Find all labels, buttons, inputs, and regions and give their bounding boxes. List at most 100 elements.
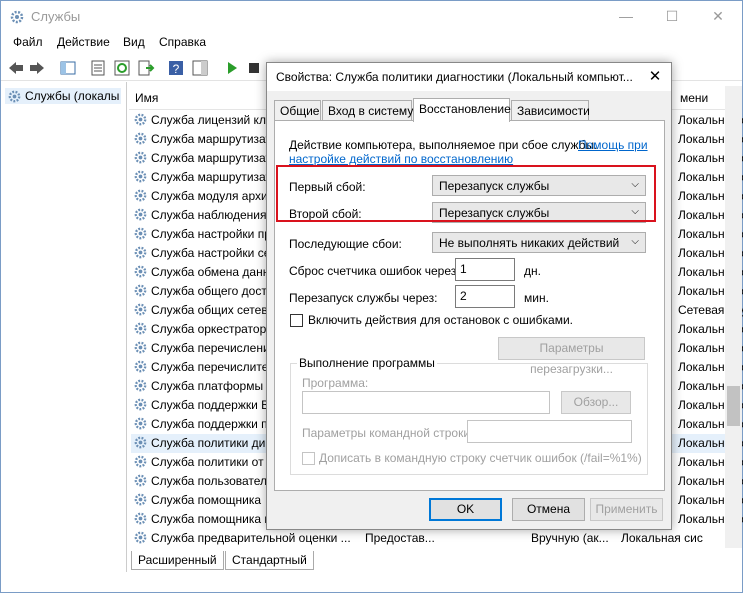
- menu-action[interactable]: Действие: [57, 35, 110, 49]
- service-gear-icon: [134, 303, 147, 316]
- help-icon[interactable]: ?: [167, 59, 185, 77]
- cmdline-label: Параметры командной строки:: [302, 426, 474, 440]
- restart-after-input[interactable]: 2: [455, 285, 515, 308]
- browse-button[interactable]: Обзор...: [561, 391, 631, 414]
- scrollbar-thumb[interactable]: [727, 386, 740, 426]
- window-title: Службы: [31, 9, 81, 24]
- forward-arrow-icon[interactable]: [28, 59, 46, 77]
- title-bar: Службы — ☐ ✕: [1, 1, 742, 32]
- restart-after-unit: мин.: [524, 291, 549, 305]
- service-name: Служба помощника: [151, 493, 262, 507]
- program-label: Программа:: [302, 376, 369, 390]
- menu-help[interactable]: Справка: [159, 35, 206, 49]
- properties-page-icon[interactable]: [89, 59, 107, 77]
- reset-count-input[interactable]: 1: [455, 258, 515, 281]
- tree-node-services[interactable]: Службы (локалы: [5, 88, 122, 104]
- subsequent-failures-select[interactable]: Не выполнять никаких действий ⌵: [432, 232, 646, 253]
- tab-extended[interactable]: Расширенный: [131, 551, 224, 570]
- subsequent-failures-label: Последующие сбои:: [289, 237, 402, 251]
- service-name: Служба наблюдения: [151, 208, 267, 222]
- reset-count-unit: дн.: [524, 264, 541, 278]
- menu-bar: Файл Действие Вид Справка: [1, 32, 742, 54]
- cancel-button[interactable]: Отмена: [512, 498, 585, 521]
- tab-standard[interactable]: Стандартный: [225, 551, 314, 570]
- append-fail-count-checkbox[interactable]: [302, 452, 315, 465]
- service-gear-icon: [134, 208, 147, 221]
- start-service-icon[interactable]: [223, 59, 241, 77]
- service-name: Служба модуля архи: [151, 189, 268, 203]
- program-path-input[interactable]: [302, 391, 550, 414]
- service-gear-icon: [134, 417, 147, 430]
- service-name: Служба поддержки B: [151, 398, 270, 412]
- service-name: Служба маршрутизат: [151, 151, 271, 165]
- services-gear-icon: [8, 90, 21, 103]
- apply-button[interactable]: Применить: [590, 498, 663, 521]
- tab-recovery[interactable]: Восстановление: [413, 98, 511, 122]
- service-gear-icon: [134, 512, 147, 525]
- dialog-title: Свойства: Служба политики диагностики (Л…: [276, 70, 633, 84]
- tab-logon[interactable]: Вход в систему: [322, 100, 413, 121]
- properties-dialog: Свойства: Служба политики диагностики (Л…: [266, 62, 672, 530]
- service-status: Предостав...: [365, 531, 435, 545]
- column-header-logon[interactable]: мени: [680, 91, 708, 105]
- service-name: Служба оркестратора: [151, 322, 273, 336]
- help-link-part2[interactable]: настройке действий по восстановлению: [289, 152, 513, 166]
- column-header-name[interactable]: Имя: [135, 91, 158, 105]
- tab-dependencies[interactable]: Зависимости: [511, 100, 590, 121]
- chevron-down-icon: ⌵: [631, 236, 639, 247]
- menu-file[interactable]: Файл: [13, 35, 43, 49]
- service-gear-icon: [134, 436, 147, 449]
- service-name: Служба предварительной оценки ...: [151, 531, 351, 545]
- service-gear-icon: [134, 170, 147, 183]
- export-list-icon[interactable]: [137, 59, 155, 77]
- service-name: Служба платформы п: [151, 379, 273, 393]
- restart-after-label: Перезапуск службы через:: [289, 291, 438, 305]
- reset-count-label: Сброс счетчика ошибок через:: [289, 264, 460, 278]
- service-name: Служба помощника п: [151, 512, 271, 526]
- service-logon: Локальная сис: [621, 531, 703, 545]
- service-gear-icon: [134, 265, 147, 278]
- dialog-title-bar: Свойства: Служба политики диагностики (Л…: [267, 63, 671, 91]
- menu-view[interactable]: Вид: [123, 35, 145, 49]
- service-startup-type: Вручную (ак...: [531, 531, 609, 545]
- service-gear-icon: [134, 379, 147, 392]
- service-gear-icon: [134, 284, 147, 297]
- ok-button[interactable]: OK: [429, 498, 502, 521]
- help-link-part1[interactable]: Помощь при: [578, 138, 648, 152]
- maximize-button[interactable]: ☐: [649, 1, 695, 31]
- service-name: Служба маршрутизат: [151, 132, 271, 146]
- subsequent-failures-value: Не выполнять никаких действий: [439, 236, 620, 250]
- service-gear-icon: [134, 398, 147, 411]
- service-name: Служба общего дост: [151, 284, 267, 298]
- service-gear-icon: [134, 455, 147, 468]
- action-pane-icon[interactable]: [191, 59, 209, 77]
- append-fail-count-label: Дописать в командную строку счетчик ошиб…: [319, 451, 642, 465]
- enable-actions-label: Включить действия для остановок с ошибка…: [308, 313, 573, 327]
- back-arrow-icon[interactable]: [7, 59, 25, 77]
- svg-text:?: ?: [173, 62, 180, 76]
- service-gear-icon: [134, 227, 147, 240]
- refresh-icon[interactable]: [113, 59, 131, 77]
- cmdline-input[interactable]: [467, 420, 632, 443]
- minimize-button[interactable]: —: [603, 1, 649, 31]
- table-row[interactable]: Служба предварительной оценки ... Локальн…: [131, 529, 727, 548]
- close-button[interactable]: ✕: [695, 1, 741, 31]
- service-gear-icon: [134, 360, 147, 373]
- console-tree: Службы (локалы: [1, 82, 127, 572]
- service-gear-icon: [134, 322, 147, 335]
- service-name: Служба поддержки п: [151, 417, 268, 431]
- tab-general[interactable]: Общие: [274, 100, 321, 121]
- enable-actions-checkbox[interactable]: [290, 314, 303, 327]
- services-gear-icon: [10, 10, 24, 24]
- service-name: Служба общих сетев: [151, 303, 268, 317]
- dialog-close-button[interactable]: ✕: [645, 68, 665, 88]
- stop-service-icon[interactable]: [245, 59, 263, 77]
- service-gear-icon: [134, 493, 147, 506]
- vertical-scrollbar[interactable]: [725, 86, 742, 548]
- console-tree-icon[interactable]: [59, 59, 77, 77]
- restart-options-button[interactable]: Параметры перезагрузки...: [498, 337, 645, 376]
- service-gear-icon: [134, 474, 147, 487]
- run-program-group-title: Выполнение программы: [297, 356, 437, 370]
- service-gear-icon: [134, 341, 147, 354]
- service-name: Служба политики ди: [151, 436, 266, 450]
